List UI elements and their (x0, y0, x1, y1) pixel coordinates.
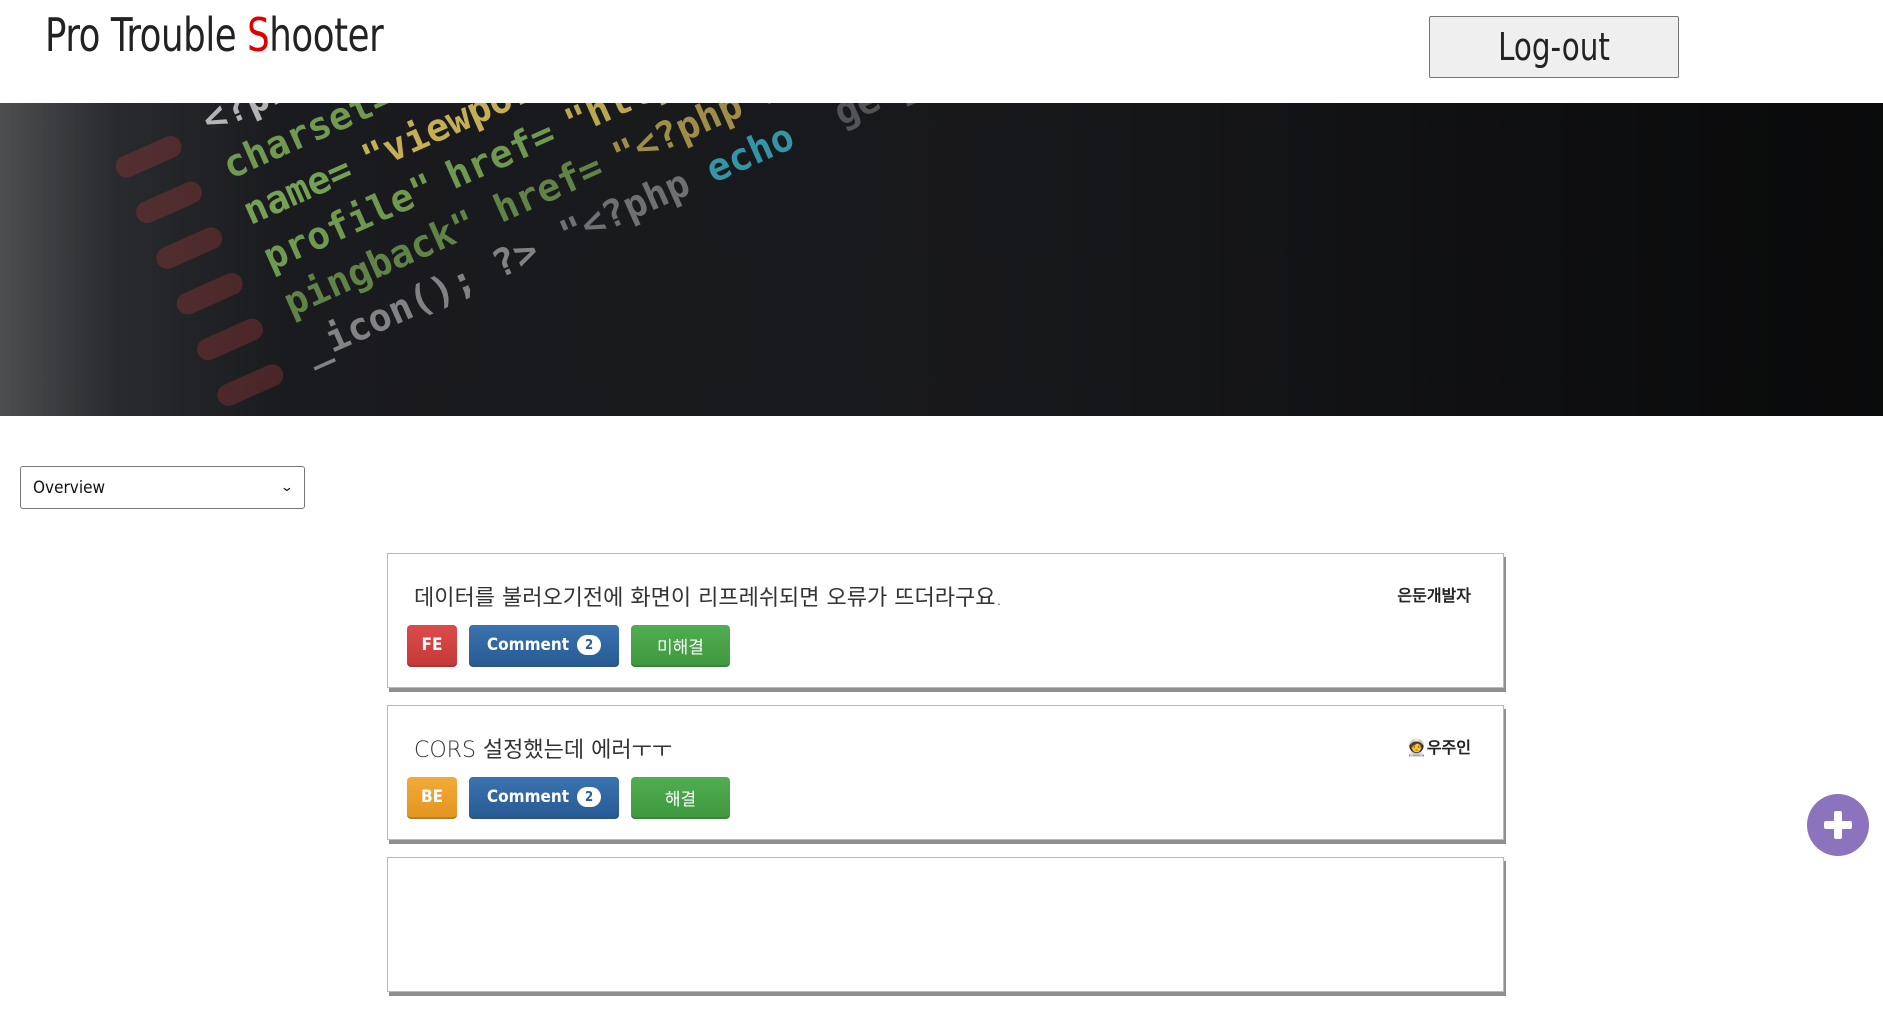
logout-button[interactable]: Log-out (1429, 16, 1679, 78)
post-list: 데이터를 불러오기전에 화면이 리프레쉬되면 오류가 뜨더라구요. 은둔개발자 … (387, 553, 1504, 1009)
post-author: 은둔개발자 (1397, 586, 1471, 605)
post-title[interactable]: 데이터를 불러오기전에 화면이 리프레쉬되면 오류가 뜨더라구요. (414, 580, 1002, 612)
comment-button[interactable]: Comment 2 (469, 777, 619, 819)
view-filter-select[interactable]: Overview ⌄ (20, 466, 305, 509)
view-filter-value: Overview (33, 477, 106, 498)
comment-button[interactable]: Comment 2 (469, 625, 619, 667)
hero-banner: <?php bloginfo( 'charset' charset= "<?ph… (0, 103, 1883, 416)
post-title[interactable]: CORS 설정했는데 에러ㅜㅜ (414, 732, 672, 764)
logo-text-end: hooter (269, 8, 384, 62)
plus-icon (1824, 811, 1852, 839)
comment-label: Comment (486, 787, 570, 807)
logo-text-start: Pro Trouble (45, 8, 248, 62)
comment-count-badge: 2 (577, 635, 602, 655)
category-badge[interactable]: FE (407, 625, 457, 667)
add-post-button[interactable] (1807, 794, 1869, 856)
post-card[interactable] (387, 857, 1504, 992)
status-badge[interactable]: 해결 (631, 777, 730, 819)
logout-label: Log-out (1498, 25, 1610, 69)
comment-count-badge: 2 (577, 787, 602, 807)
post-card[interactable]: 데이터를 불러오기전에 화면이 리프레쉬되면 오류가 뜨더라구요. 은둔개발자 … (387, 553, 1504, 688)
status-badge[interactable]: 미해결 (631, 625, 730, 667)
post-card[interactable]: CORS 설정했는데 에러ㅜㅜ 🧑‍🚀우주인 BE Comment 2 해결 (387, 705, 1504, 840)
code-banner-image: <?php bloginfo( 'charset' charset= "<?ph… (0, 103, 1883, 416)
chevron-down-icon: ⌄ (280, 480, 294, 495)
post-tags: FE Comment 2 미해결 (407, 625, 730, 667)
site-header: Pro Trouble Shooter Log-out (0, 0, 1883, 103)
post-tags: BE Comment 2 해결 (407, 777, 730, 819)
comment-label: Comment (486, 635, 570, 655)
category-badge[interactable]: BE (407, 777, 457, 819)
site-logo[interactable]: Pro Trouble Shooter (45, 8, 384, 62)
post-author: 🧑‍🚀우주인 (1406, 738, 1471, 757)
logo-accent-letter: S (247, 8, 270, 62)
